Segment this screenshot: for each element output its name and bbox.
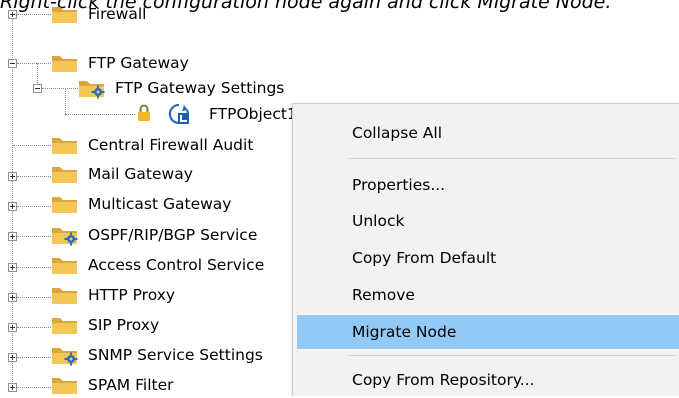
folder-icon (52, 288, 77, 304)
tree-item-label: Multicast Gateway (88, 195, 232, 213)
tree-item-sip-proxy[interactable]: SIP Proxy (0, 312, 290, 338)
tree-item-label: SIP Proxy (88, 316, 160, 334)
tree-item-snmp-service-settings[interactable]: SNMP Service Settings (0, 342, 290, 368)
tree-item-central-firewall-audit[interactable]: Central Firewall Audit (0, 132, 290, 158)
tree-item-label: FTP Gateway Settings (115, 79, 285, 97)
folder-settings-icon (52, 228, 78, 246)
folder-icon (52, 167, 77, 183)
tree-item-spam-filter[interactable]: SPAM Filter (0, 372, 290, 398)
tree-item-mail-gateway[interactable]: Mail Gateway (0, 161, 290, 187)
tree-item-label: SNMP Service Settings (88, 346, 263, 364)
context-menu: Collapse All Properties... Unlock Copy F… (292, 103, 679, 396)
tree-item-label: SPAM Filter (88, 376, 174, 394)
menu-item-properties[interactable]: Properties... (297, 168, 679, 202)
tree-item-label: Mail Gateway (88, 165, 193, 183)
config-object-icon (168, 103, 190, 125)
menu-item-unlock[interactable]: Unlock (297, 204, 679, 238)
folder-icon (52, 138, 77, 154)
menu-separator (348, 158, 676, 159)
folder-icon (52, 258, 77, 274)
folder-icon (52, 56, 77, 72)
tree-item-ftp-gateway-settings[interactable]: FTP Gateway Settings (0, 75, 340, 101)
tree-item-label: FTP Gateway (88, 54, 189, 72)
tree-item-label: Access Control Service (88, 256, 265, 274)
lock-icon (138, 104, 150, 121)
tree-item-ftp-gateway[interactable]: FTP Gateway (0, 50, 290, 76)
menu-item-copy-from-default[interactable]: Copy From Default (297, 241, 679, 275)
folder-icon (52, 378, 77, 394)
menu-item-collapse-all[interactable]: Collapse All (297, 116, 679, 150)
menu-item-copy-from-repository[interactable]: Copy From Repository... (297, 363, 679, 397)
tree-item-ftpobject1[interactable]: FTPObject1 (0, 101, 297, 127)
tree-item-label: OSPF/RIP/BGP Service (88, 226, 258, 244)
tree-item-ospf-rip-bgp-service[interactable]: OSPF/RIP/BGP Service (0, 222, 290, 248)
tree-item-access-control-service[interactable]: Access Control Service (0, 252, 290, 278)
folder-icon (52, 318, 77, 334)
tree-item-label: HTTP Proxy (88, 286, 176, 304)
tree-item-label: Firewall (88, 5, 147, 23)
tree-item-firewall[interactable]: Firewall (0, 1, 290, 27)
tree-item-label: Central Firewall Audit (88, 136, 254, 154)
tree-item-multicast-gateway[interactable]: Multicast Gateway (0, 191, 290, 217)
folder-settings-icon (52, 348, 78, 366)
menu-separator (348, 355, 676, 356)
folder-settings-icon (79, 81, 105, 99)
tree-item-http-proxy[interactable]: HTTP Proxy (0, 282, 290, 308)
folder-icon (52, 197, 77, 213)
folder-icon (52, 7, 77, 23)
tree-item-label: FTPObject1 (209, 105, 297, 123)
menu-item-remove[interactable]: Remove (297, 278, 679, 312)
menu-item-migrate-node[interactable]: Migrate Node (297, 315, 679, 349)
